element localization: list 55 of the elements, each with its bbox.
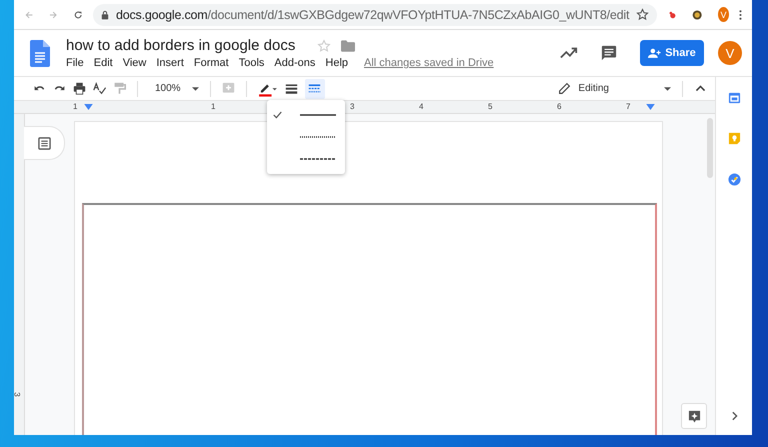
tasks-icon[interactable] [728, 173, 740, 186]
more-icon[interactable] [739, 8, 742, 22]
menu-item[interactable]: Format [194, 57, 229, 69]
menu-item[interactable]: Add-ons [274, 57, 316, 69]
outline-icon[interactable] [38, 136, 50, 150]
outline-button[interactable] [24, 126, 65, 160]
explore-button[interactable] [681, 403, 707, 429]
border-dash-button[interactable] [304, 78, 325, 98]
chevron-right-icon[interactable] [730, 411, 738, 421]
url-path: /document/d/1swGXBGdgew72qwVFOYptHTUA-7N5CZxAbAIG0_wUNT8/edit [208, 8, 630, 22]
save-status-link[interactable]: All changes saved in Drive [364, 57, 494, 69]
dashed-line-option[interactable] [300, 157, 336, 161]
menu-item[interactable]: Help [325, 57, 348, 69]
menu-item[interactable]: File [66, 57, 84, 69]
folder-icon[interactable] [341, 40, 356, 52]
extension-icon[interactable] [692, 8, 702, 22]
border-dash-icon [308, 82, 322, 95]
print-icon[interactable] [73, 82, 86, 95]
zoom-dropdown[interactable]: 100% [155, 83, 181, 94]
trend-icon[interactable] [560, 45, 578, 61]
person-add-icon [648, 48, 662, 58]
address-bar[interactable]: docs.google.com/document/d/1swGXBGdgew72qwVFOYptHTUA-7N5CZxAbAIG0_wUNT8/edit [92, 4, 658, 26]
share-button[interactable]: Share [640, 40, 704, 66]
spellcheck-icon[interactable] [93, 82, 106, 95]
ruler-number: 6 [557, 101, 562, 113]
document-title[interactable]: how to add borders in google docs [66, 37, 296, 54]
star-icon[interactable] [636, 8, 650, 21]
comment-icon[interactable] [600, 45, 618, 61]
dotted-line-option[interactable] [300, 135, 336, 139]
border-width-icon[interactable] [284, 82, 298, 95]
menu-item[interactable]: View [122, 57, 146, 69]
ruler-number: 4 [419, 101, 424, 113]
ruler-number: 5 [488, 101, 492, 113]
ruler-number: 1 [73, 101, 78, 113]
caret-icon[interactable] [664, 86, 671, 90]
docs-icon[interactable] [30, 40, 50, 66]
indent-marker-icon[interactable] [646, 104, 655, 110]
menu-item[interactable]: Edit [94, 57, 113, 69]
explore-icon [688, 410, 700, 422]
ruler-number: 3 [350, 101, 354, 113]
ruler-number: 1 [211, 101, 216, 113]
caret-icon[interactable] [192, 86, 199, 90]
mode-dropdown[interactable]: Editing [578, 83, 609, 94]
pencil-icon[interactable] [558, 82, 572, 95]
menu-item[interactable]: Tools [238, 57, 264, 69]
table-cell[interactable] [82, 203, 657, 435]
ruler-number: 3 [14, 392, 22, 397]
url-host: docs.google.com [116, 8, 208, 22]
calendar-icon[interactable] [728, 91, 740, 104]
ruler-number: 7 [626, 101, 630, 113]
indent-marker-icon[interactable] [84, 104, 93, 110]
scrollbar[interactable] [707, 118, 713, 178]
solid-line-option[interactable] [300, 113, 336, 117]
lock-icon [100, 10, 109, 20]
menu-item[interactable]: Insert [156, 57, 184, 69]
